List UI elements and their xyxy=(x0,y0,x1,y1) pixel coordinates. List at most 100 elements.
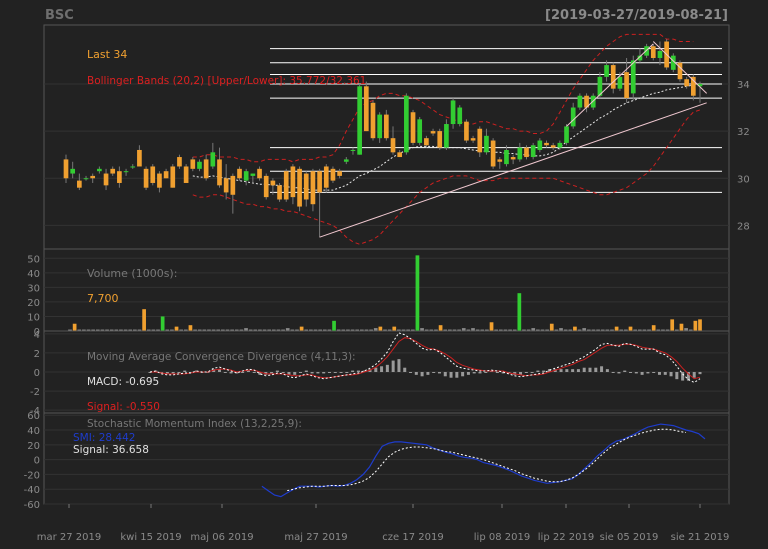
y-tick-label: -20 xyxy=(24,470,40,481)
candle-body xyxy=(424,138,429,146)
bollinger-label: Bollinger Bands (20,2) [Upper/Lower]: 35… xyxy=(87,75,366,87)
macd-histogram-bar xyxy=(391,360,395,372)
volume-panel: 50403020100 Volume (1000s): 7,700 xyxy=(27,248,730,338)
candle-body xyxy=(690,76,696,96)
volume-bar xyxy=(438,325,443,331)
candle-body xyxy=(650,46,656,59)
x-axis-ticks: mar 27 2019 kwi 15 2019 maj 06 2019 maj 27 … xyxy=(37,504,730,543)
candle-body xyxy=(357,86,362,155)
macd-histogram-bar xyxy=(385,364,389,372)
candle-body xyxy=(477,128,483,153)
candlesticks xyxy=(63,39,703,238)
candle-body xyxy=(150,166,156,183)
candle-body xyxy=(97,168,102,172)
candle-body xyxy=(550,145,556,148)
macd-histogram-bar xyxy=(356,370,360,372)
macd-histogram-bar xyxy=(640,372,644,375)
x-tick-label: lip 22 2019 xyxy=(538,532,594,543)
volume-bar xyxy=(549,323,554,331)
y-tick-label: 10 xyxy=(27,312,40,323)
macd-histogram-bar xyxy=(339,372,343,373)
volume-bar xyxy=(517,293,522,331)
volume-bar xyxy=(174,326,179,331)
macd-histogram-bar xyxy=(582,367,586,372)
candle-body xyxy=(510,157,516,160)
y-tick-label: 4 xyxy=(34,330,40,341)
macd-histogram-bar xyxy=(542,370,546,372)
macd-histogram-bar xyxy=(600,366,604,372)
candle-body xyxy=(444,124,449,148)
macd-histogram-bar xyxy=(397,359,401,372)
x-tick-label: maj 27 2019 xyxy=(284,532,347,543)
candle-body xyxy=(110,168,116,174)
volume-bar xyxy=(573,326,577,331)
volume-bar xyxy=(628,326,633,331)
x-tick-label: sie 05 2019 xyxy=(600,532,659,543)
macd-histogram-bar xyxy=(576,369,580,372)
macd-histogram-bar xyxy=(171,372,175,374)
price-panel: 28 30 32 34 Last 34 Bollinger Bands (20,2) … xyxy=(43,24,750,250)
macd-histogram-bar xyxy=(652,372,656,373)
macd-histogram-bar xyxy=(403,367,407,372)
macd-histogram-bar xyxy=(617,372,621,374)
candle-body xyxy=(657,50,663,59)
candle-body xyxy=(130,166,136,168)
candle-body xyxy=(217,159,222,186)
macd-histogram-bar xyxy=(409,372,413,373)
volume-bar xyxy=(392,326,397,331)
candle-body xyxy=(330,168,336,181)
x-tick-label: mar 27 2019 xyxy=(37,532,102,543)
candle-body xyxy=(310,171,316,205)
macd-histogram-bar xyxy=(565,369,569,372)
candle-body xyxy=(223,178,229,193)
candle-body xyxy=(617,76,623,89)
volume-bar xyxy=(415,255,420,331)
volume-bar xyxy=(332,320,336,331)
candle-body xyxy=(143,168,149,188)
candle-body xyxy=(63,159,69,179)
candle-body xyxy=(123,171,129,173)
y-tick-label: -2 xyxy=(30,387,40,398)
symbol-title: BSC xyxy=(45,8,74,23)
y-tick-label: 32 xyxy=(737,127,750,138)
macd-histogram-bar xyxy=(246,370,250,372)
macd-histogram-bar xyxy=(484,372,488,373)
y-tick-label: -60 xyxy=(24,500,40,511)
y-tick-label: 50 xyxy=(27,254,40,265)
macd-histogram-bar xyxy=(437,372,441,374)
candle-body xyxy=(243,171,249,181)
volume-bar xyxy=(142,309,146,331)
candle-body xyxy=(537,140,543,150)
candle-body xyxy=(564,126,569,143)
candle-body xyxy=(604,65,609,77)
macd-histogram-bar xyxy=(420,372,424,377)
price-y-ticks: 28 30 32 34 xyxy=(737,80,750,232)
candle-body xyxy=(270,180,276,186)
macd-histogram-bar xyxy=(588,367,592,372)
macd-histogram-bar xyxy=(623,370,627,372)
smi-panel: 60 40 20 0 -20 -40 -60 Stochastic Momentum Ind… xyxy=(24,411,730,511)
macd-histogram-bar xyxy=(675,372,679,380)
candle-body xyxy=(437,131,443,148)
macd-histogram-bar xyxy=(165,372,169,374)
candle-body xyxy=(430,131,436,134)
macd-histogram-bar xyxy=(663,372,667,375)
y-tick-label: 20 xyxy=(27,441,40,452)
trend-line xyxy=(566,43,654,127)
candle-body xyxy=(197,161,202,169)
candle-body xyxy=(237,168,242,179)
x-tick-label: sie 21 2019 xyxy=(671,532,730,543)
macd-histogram-bar xyxy=(571,369,575,372)
candle-body xyxy=(570,107,576,127)
volume-bar xyxy=(378,326,383,331)
candle-body xyxy=(484,135,489,153)
macd-histogram-bar xyxy=(611,372,615,373)
candle-body xyxy=(450,100,456,125)
macd-histogram-bar xyxy=(327,372,331,373)
macd-histogram-bar xyxy=(646,372,650,374)
y-tick-label: 0 xyxy=(34,368,40,379)
y-tick-label: 34 xyxy=(737,80,750,91)
volume-last-value: 7,700 xyxy=(87,292,119,305)
y-tick-label: 60 xyxy=(27,411,40,422)
smi-signal-label: Signal: 36.658 xyxy=(73,444,149,456)
